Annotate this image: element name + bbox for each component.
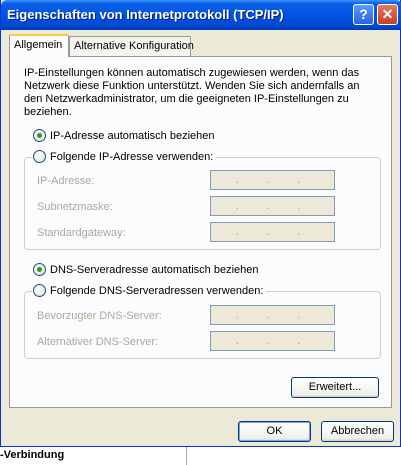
advanced-button[interactable]: Erweitert... xyxy=(291,377,379,398)
subnet-mask-label: Subnetzmaske: xyxy=(37,201,113,213)
general-tab-panel: IP-Einstellungen können automatisch zuge… xyxy=(9,56,392,408)
help-icon: ? xyxy=(359,6,368,22)
ip-manual-label: Folgende IP-Adresse verwenden: xyxy=(50,150,214,163)
subnet-mask-input[interactable]: .... xyxy=(210,196,335,216)
dns-manual-label: Folgende DNS-Serveradressen verwenden: xyxy=(50,284,264,297)
radio-icon xyxy=(33,129,46,142)
dns-auto-label: DNS-Serveradresse automatisch beziehen xyxy=(50,263,259,276)
tab-alternative-configuration[interactable]: Alternative Konfiguration xyxy=(69,36,194,56)
cancel-button[interactable]: Abbrechen xyxy=(321,421,394,442)
tab-label: Allgemein xyxy=(14,39,63,51)
alternate-dns-input[interactable]: .... xyxy=(210,331,335,351)
default-gateway-input[interactable]: .... xyxy=(210,222,335,242)
background-divider xyxy=(186,447,187,465)
tab-label: Alternative Konfiguration xyxy=(74,40,194,52)
dns-manual-radio[interactable]: Folgende DNS-Serveradressen verwenden: xyxy=(32,284,267,297)
close-button[interactable]: ✕ xyxy=(377,4,398,25)
ip-address-label: IP-Adresse: xyxy=(37,175,95,187)
help-button[interactable]: ? xyxy=(353,4,374,25)
ip-address-input[interactable]: .... xyxy=(210,170,335,190)
default-gateway-label: Standardgateway: xyxy=(37,227,126,239)
ip-manual-radio[interactable]: Folgende IP-Adresse verwenden: xyxy=(32,150,217,163)
window-title: Eigenschaften von Internetprotokoll (TCP… xyxy=(7,7,284,22)
tab-general[interactable]: Allgemein xyxy=(9,34,69,57)
radio-icon xyxy=(33,150,46,163)
alternate-dns-label: Alternativer DNS-Server: xyxy=(37,336,159,348)
preferred-dns-label: Bevorzugter DNS-Server: xyxy=(37,310,162,322)
ok-button[interactable]: OK xyxy=(238,421,311,442)
radio-icon xyxy=(33,284,46,297)
dns-auto-radio[interactable]: DNS-Serveradresse automatisch beziehen xyxy=(33,263,259,276)
ip-auto-label: IP-Adresse automatisch beziehen xyxy=(50,129,215,142)
preferred-dns-input[interactable]: .... xyxy=(210,305,335,325)
ip-auto-radio[interactable]: IP-Adresse automatisch beziehen xyxy=(33,129,214,142)
background-connection-label: -Verbindung xyxy=(0,449,65,461)
radio-icon xyxy=(33,263,46,276)
title-bar[interactable]: Eigenschaften von Internetprotokoll (TCP… xyxy=(1,0,401,30)
close-icon: ✕ xyxy=(381,6,394,22)
tcpip-properties-dialog: Eigenschaften von Internetprotokoll (TCP… xyxy=(0,0,401,447)
intro-text: IP-Einstellungen können automatisch zuge… xyxy=(24,67,360,118)
